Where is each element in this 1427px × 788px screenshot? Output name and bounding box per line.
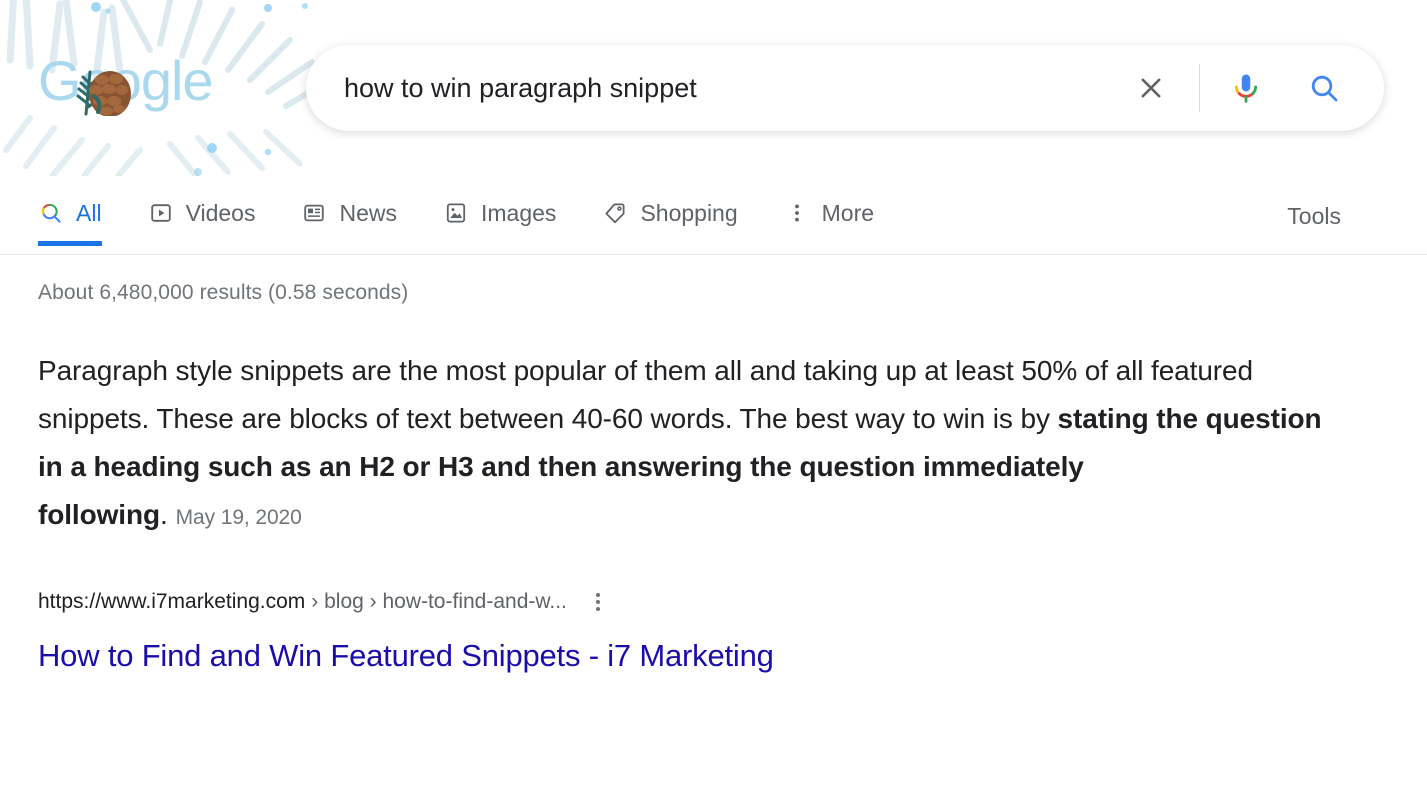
result-link-block: https://www.i7marketing.com › blog › how… — [38, 588, 1348, 676]
tab-label: More — [821, 199, 875, 226]
tab-images[interactable]: Images — [443, 176, 556, 244]
tab-label: All — [76, 199, 102, 226]
tab-all[interactable]: All — [38, 176, 102, 246]
featured-snippet-text: Paragraph style snippets are the most po… — [38, 347, 1348, 542]
search-box[interactable] — [306, 45, 1384, 131]
image-icon — [443, 200, 469, 226]
result-title-link[interactable]: How to Find and Win Featured Snippets - … — [38, 636, 774, 676]
google-logo[interactable]: Google — [38, 52, 216, 116]
microphone-icon[interactable] — [1222, 64, 1270, 112]
tab-news[interactable]: News — [301, 176, 397, 244]
result-url-row[interactable]: https://www.i7marketing.com › blog › how… — [38, 588, 1348, 616]
tab-label: Shopping — [640, 199, 738, 226]
tab-videos[interactable]: Videos — [148, 176, 256, 244]
search-tabs: All Videos News Images Shopping More Too… — [0, 176, 1427, 255]
search-divider — [1199, 64, 1200, 112]
video-icon — [148, 200, 174, 226]
search-input[interactable] — [306, 64, 1127, 112]
page-header: Google — [0, 0, 1427, 176]
tools-button[interactable]: Tools — [1287, 182, 1341, 250]
close-icon[interactable] — [1127, 64, 1175, 112]
tab-label: News — [339, 199, 397, 226]
tab-label: Images — [481, 199, 557, 226]
result-stats: About 6,480,000 results (0.58 seconds) — [38, 281, 409, 304]
tag-icon — [602, 200, 628, 226]
tools-label: Tools — [1287, 202, 1341, 229]
more-vert-icon[interactable] — [587, 588, 609, 616]
search-results: About 6,480,000 results (0.58 seconds) P… — [0, 255, 1427, 676]
snippet-text-period: . — [159, 499, 168, 530]
search-box-actions — [1127, 64, 1384, 112]
tab-shopping[interactable]: Shopping — [602, 176, 738, 244]
featured-snippet: Paragraph style snippets are the most po… — [38, 347, 1348, 676]
tab-label: Videos — [185, 199, 256, 226]
result-url-domain: https://www.i7marketing.com — [38, 590, 306, 613]
tab-more[interactable]: More — [784, 176, 874, 244]
news-icon — [301, 200, 327, 226]
result-url-path: › blog › how-to-find-and-w... — [311, 590, 567, 613]
search-icon[interactable] — [1300, 64, 1348, 112]
featured-snippet-date: May 19, 2020 — [175, 506, 302, 529]
google-search-icon — [38, 200, 64, 226]
more-vert-icon — [784, 200, 810, 226]
